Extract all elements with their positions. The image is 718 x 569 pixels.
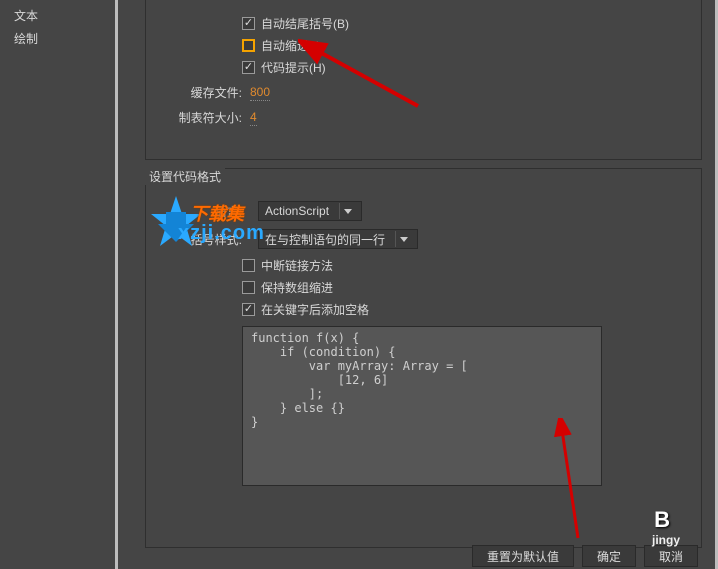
sidebar-item-draw[interactable]: 绘制 xyxy=(8,27,115,50)
select-language-value: ActionScript xyxy=(265,204,329,218)
checkbox-keep-array-indent[interactable] xyxy=(242,281,255,294)
select-brace-style-value: 在与控制语句的同一行 xyxy=(265,231,385,248)
label-keep-array-indent: 保持数组缩进 xyxy=(261,279,333,296)
label-language: 语言: xyxy=(162,203,242,220)
annotation-arrow-bottom xyxy=(538,418,598,548)
sidebar-item-text[interactable]: 文本 xyxy=(8,4,115,27)
reset-button[interactable]: 重置为默认值 xyxy=(472,545,574,567)
checkbox-auto-close-bracket[interactable] xyxy=(242,17,255,30)
cancel-button[interactable]: 取消 xyxy=(644,545,698,567)
annotation-arrow-top xyxy=(298,36,428,116)
overlay-small-text: jingy xyxy=(652,533,680,547)
label-cache-file: 缓存文件: xyxy=(162,84,242,101)
chevron-down-icon xyxy=(339,203,355,219)
select-language[interactable]: ActionScript xyxy=(258,201,362,221)
dialog-button-row: 重置为默认值 确定 取消 xyxy=(464,545,698,567)
group-code-format: 语言: ActionScript 括号样式: 在与控制语句的同一行 中断链接方法… xyxy=(145,168,702,548)
checkbox-break-chain[interactable] xyxy=(242,259,255,272)
checkbox-auto-indent[interactable] xyxy=(242,39,255,52)
chevron-down-icon xyxy=(395,231,411,247)
label-break-chain: 中断链接方法 xyxy=(261,257,333,274)
sidebar: 文本 绘制 xyxy=(0,0,115,569)
checkbox-space-after-keyword[interactable] xyxy=(242,303,255,316)
select-brace-style[interactable]: 在与控制语句的同一行 xyxy=(258,229,418,249)
value-cache-file[interactable]: 800 xyxy=(250,85,270,101)
label-space-after-keyword: 在关键字后添加空格 xyxy=(261,301,369,318)
panel-divider-left xyxy=(115,0,118,569)
checkbox-code-hint[interactable] xyxy=(242,61,255,74)
value-tab-size[interactable]: 4 xyxy=(250,110,257,126)
ok-button[interactable]: 确定 xyxy=(582,545,636,567)
label-brace-style: 括号样式: xyxy=(162,231,242,248)
group-title-code-format: 设置代码格式 xyxy=(145,168,225,185)
label-auto-close-bracket: 自动结尾括号(B) xyxy=(261,15,349,32)
label-tab-size: 制表符大小: xyxy=(162,109,242,126)
overlay-letter: B xyxy=(654,507,670,533)
